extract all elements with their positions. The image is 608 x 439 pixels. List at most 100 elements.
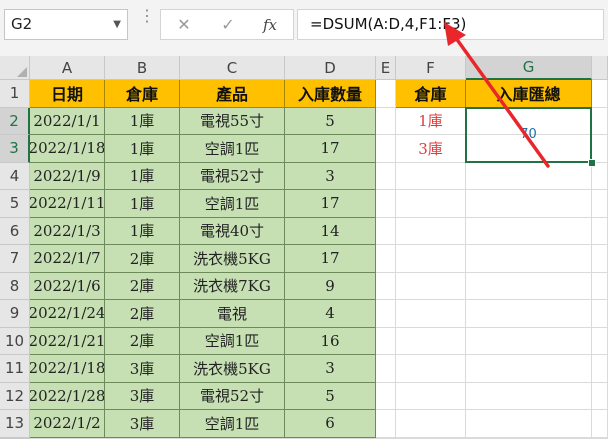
cell[interactable] (592, 382, 608, 410)
table-cell[interactable]: 2022/1/28 (30, 382, 105, 410)
table-cell[interactable]: 電視52寸 (180, 162, 285, 190)
cell[interactable] (592, 327, 608, 355)
table-cell[interactable]: 3 (285, 355, 376, 383)
cell[interactable] (466, 355, 592, 383)
table-cell[interactable]: 1庫 (105, 162, 180, 190)
row-header-3[interactable]: 3 (0, 135, 30, 163)
table-cell[interactable]: 3 (285, 162, 376, 190)
cell[interactable] (376, 80, 396, 108)
table-header-cell[interactable]: 產品 (180, 80, 285, 108)
row-header-8[interactable]: 8 (0, 272, 30, 300)
table-cell[interactable]: 2022/1/1 (30, 107, 105, 135)
cell[interactable] (592, 410, 608, 438)
column-header-f[interactable]: F (396, 56, 466, 80)
table-cell[interactable]: 17 (285, 135, 376, 163)
formula-input[interactable]: =DSUM(A:D,4,F1:F3) (297, 9, 604, 40)
check-icon[interactable]: ✓ (213, 14, 243, 36)
row-header-6[interactable]: 6 (0, 217, 30, 245)
table-cell[interactable]: 電視52寸 (180, 382, 285, 410)
cell[interactable] (592, 162, 608, 190)
cell[interactable] (285, 437, 376, 439)
cell[interactable] (466, 190, 592, 218)
summary-header-cell[interactable]: 入庫匯總 (466, 80, 592, 108)
cell[interactable] (466, 245, 592, 273)
criteria-cell[interactable]: 3庫 (396, 135, 466, 163)
cell[interactable] (376, 355, 396, 383)
column-header-g[interactable]: G (466, 56, 592, 80)
table-cell[interactable]: 2022/1/24 (30, 300, 105, 328)
column-header-a[interactable]: A (30, 56, 105, 80)
cell[interactable] (466, 217, 592, 245)
cell[interactable] (30, 437, 105, 439)
row-header-11[interactable]: 11 (0, 355, 30, 383)
row-header-4[interactable]: 4 (0, 162, 30, 190)
table-cell[interactable]: 空調1匹 (180, 327, 285, 355)
cell[interactable] (376, 190, 396, 218)
cell[interactable] (592, 300, 608, 328)
table-cell[interactable]: 9 (285, 272, 376, 300)
table-cell[interactable]: 2庫 (105, 245, 180, 273)
table-cell[interactable]: 電視 (180, 300, 285, 328)
name-box[interactable]: G2 ▼ (4, 9, 128, 40)
table-cell[interactable]: 2庫 (105, 300, 180, 328)
cell[interactable] (376, 162, 396, 190)
row-header-9[interactable]: 9 (0, 300, 30, 328)
table-cell[interactable]: 2022/1/9 (30, 162, 105, 190)
cell[interactable] (592, 80, 608, 108)
cell[interactable] (396, 355, 466, 383)
cell[interactable] (466, 272, 592, 300)
insert-function-icon[interactable]: fx (255, 14, 285, 36)
table-header-cell[interactable]: 入庫數量 (285, 80, 376, 108)
row-header-13[interactable]: 13 (0, 410, 30, 438)
cell[interactable] (105, 437, 180, 439)
cell[interactable] (376, 300, 396, 328)
table-cell[interactable]: 電視40寸 (180, 217, 285, 245)
summary-result-cell[interactable]: 70 (466, 107, 592, 163)
cell[interactable] (466, 327, 592, 355)
cell[interactable] (396, 217, 466, 245)
table-cell[interactable]: 6 (285, 410, 376, 438)
cell[interactable] (376, 410, 396, 438)
cell[interactable] (592, 190, 608, 218)
table-cell[interactable]: 3庫 (105, 410, 180, 438)
table-cell[interactable]: 3庫 (105, 355, 180, 383)
table-cell[interactable]: 3庫 (105, 382, 180, 410)
column-header-e[interactable]: E (376, 56, 396, 80)
cell[interactable] (376, 107, 396, 135)
table-cell[interactable]: 1庫 (105, 107, 180, 135)
cell[interactable] (466, 410, 592, 438)
cell[interactable] (376, 272, 396, 300)
cancel-icon[interactable]: ✕ (169, 14, 199, 36)
cell[interactable] (376, 245, 396, 273)
table-cell[interactable]: 2022/1/18 (30, 355, 105, 383)
table-header-cell[interactable]: 日期 (30, 80, 105, 108)
table-cell[interactable]: 2022/1/3 (30, 217, 105, 245)
table-cell[interactable]: 1庫 (105, 217, 180, 245)
fill-handle[interactable] (588, 158, 596, 167)
table-cell[interactable]: 2022/1/18 (30, 135, 105, 163)
column-header-d[interactable]: D (285, 56, 376, 80)
cell[interactable] (592, 245, 608, 273)
chevron-down-icon[interactable]: ▼ (113, 10, 121, 39)
cell[interactable] (180, 437, 285, 439)
cell[interactable] (376, 437, 396, 439)
cell[interactable] (396, 190, 466, 218)
table-cell[interactable]: 2022/1/6 (30, 272, 105, 300)
table-cell[interactable]: 洗衣機5KG (180, 245, 285, 273)
cell[interactable] (592, 272, 608, 300)
row-header-7[interactable]: 7 (0, 245, 30, 273)
criteria-header-cell[interactable]: 倉庫 (396, 80, 466, 108)
table-cell[interactable]: 2庫 (105, 327, 180, 355)
cell[interactable] (466, 437, 592, 439)
row-header-1[interactable]: 1 (0, 80, 30, 108)
column-header-b[interactable]: B (105, 56, 180, 80)
cell[interactable] (396, 245, 466, 273)
row-header-2[interactable]: 2 (0, 107, 30, 135)
cell[interactable] (466, 300, 592, 328)
cell[interactable] (592, 217, 608, 245)
table-cell[interactable]: 2022/1/2 (30, 410, 105, 438)
column-header-c[interactable]: C (180, 56, 285, 80)
table-cell[interactable]: 2庫 (105, 272, 180, 300)
table-header-cell[interactable]: 倉庫 (105, 80, 180, 108)
cell[interactable] (396, 382, 466, 410)
